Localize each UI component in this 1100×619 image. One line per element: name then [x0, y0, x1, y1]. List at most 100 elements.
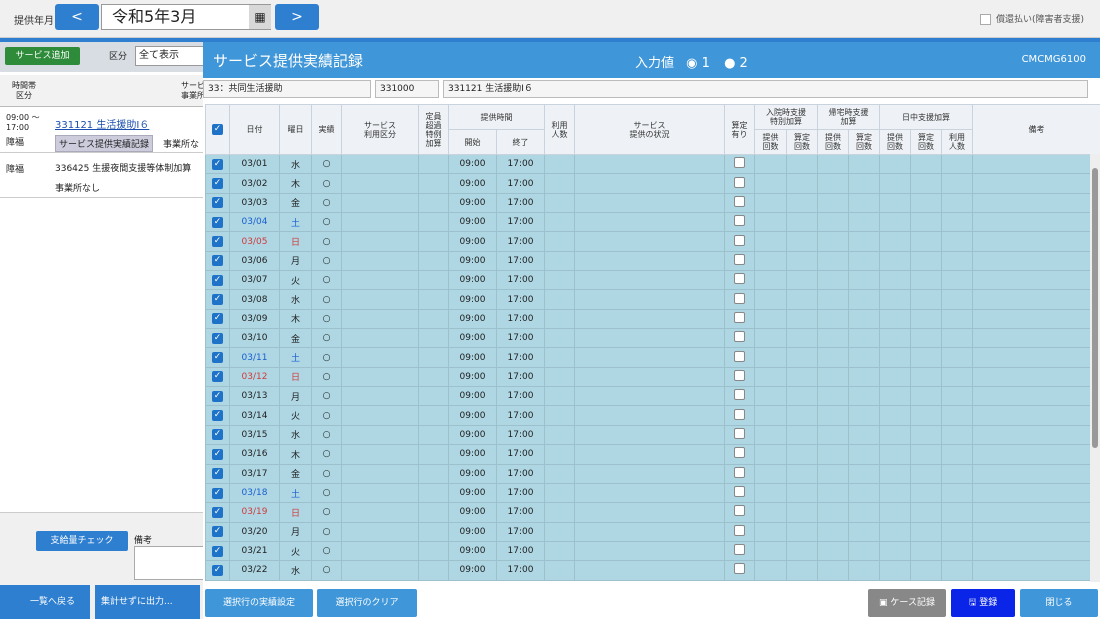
riyo-cell[interactable] [544, 173, 575, 194]
row-check-cell[interactable]: ✓ [205, 482, 230, 504]
checkbox-icon[interactable] [734, 273, 745, 285]
nicchu-santei-cell[interactable] [910, 482, 942, 504]
kitaku-teikyo-cell[interactable] [817, 405, 849, 426]
service-kubun-cell[interactable] [341, 153, 419, 175]
teiin-cell[interactable] [418, 328, 449, 349]
table-row[interactable]: ✓ 03/14 火 ○ 09:00 17:00 [205, 405, 1100, 426]
table-row[interactable]: ✓ 03/12 日 ○ 09:00 17:00 [205, 366, 1100, 388]
table-row[interactable]: ✓ 03/07 火 ○ 09:00 17:00 [205, 270, 1100, 291]
end-cell[interactable]: 17:00 [496, 192, 545, 214]
start-cell[interactable]: 09:00 [448, 444, 497, 465]
jokyo-cell[interactable] [574, 192, 725, 214]
bikou-cell[interactable] [972, 502, 1100, 523]
kitaku-teikyo-cell[interactable] [817, 212, 849, 233]
kitaku-teikyo-cell[interactable] [817, 521, 849, 542]
nyuin-santei-cell[interactable] [786, 424, 818, 446]
check-icon[interactable]: ✓ [212, 236, 223, 248]
jisseki-cell[interactable]: ○ [311, 521, 342, 542]
clear-selected-button[interactable]: 選択行のクリア [317, 589, 417, 617]
kitaku-santei-cell[interactable] [848, 212, 880, 233]
santei-cell[interactable] [724, 386, 755, 407]
nicchu-santei-cell[interactable] [910, 366, 942, 388]
table-row[interactable]: ✓ 03/19 日 ○ 09:00 17:00 [205, 502, 1100, 523]
end-cell[interactable]: 17:00 [496, 153, 545, 175]
jisseki-cell[interactable]: ○ [311, 405, 342, 426]
check-icon[interactable]: ✓ [212, 197, 223, 209]
kitaku-santei-cell[interactable] [848, 153, 880, 175]
riyo-cell[interactable] [544, 482, 575, 504]
check-icon[interactable]: ✓ [212, 371, 223, 383]
table-scrollbar[interactable] [1090, 154, 1100, 582]
santei-cell[interactable] [724, 231, 755, 252]
nyuin-teikyo-cell[interactable] [754, 289, 787, 310]
jisseki-cell[interactable]: ○ [311, 308, 342, 330]
service-kubun-cell[interactable] [341, 540, 419, 562]
kitaku-santei-cell[interactable] [848, 521, 880, 542]
jisseki-cell[interactable]: ○ [311, 540, 342, 562]
nyuin-santei-cell[interactable] [786, 444, 818, 465]
checkbox-icon[interactable] [734, 215, 745, 227]
nicchu-teikyo-cell[interactable] [879, 173, 911, 194]
nyuin-santei-cell[interactable] [786, 250, 818, 272]
checkbox-icon[interactable] [734, 195, 745, 207]
table-row[interactable]: ✓ 03/13 月 ○ 09:00 17:00 [205, 386, 1100, 407]
nyuin-teikyo-cell[interactable] [754, 347, 787, 368]
jokyo-cell[interactable] [574, 444, 725, 465]
table-row[interactable]: ✓ 03/20 月 ○ 09:00 17:00 [205, 521, 1100, 542]
teiin-cell[interactable] [418, 270, 449, 291]
riyo-cell[interactable] [544, 289, 575, 310]
service-kubun-cell[interactable] [341, 250, 419, 272]
santei-cell[interactable] [724, 212, 755, 233]
jokyo-cell[interactable] [574, 289, 725, 310]
service-kubun-cell[interactable] [341, 366, 419, 388]
nyuin-teikyo-cell[interactable] [754, 231, 787, 252]
checkbox-icon[interactable] [979, 14, 991, 25]
nyuin-teikyo-cell[interactable] [754, 405, 787, 426]
nicchu-riyo-cell[interactable] [940, 482, 974, 504]
nyuin-santei-cell[interactable] [786, 328, 818, 349]
table-row[interactable]: ✓ 03/09 木 ○ 09:00 17:00 [205, 308, 1100, 330]
riyo-cell[interactable] [544, 405, 575, 426]
santei-cell[interactable] [724, 540, 755, 562]
nicchu-santei-cell[interactable] [910, 173, 942, 194]
nicchu-teikyo-cell[interactable] [879, 289, 911, 310]
jisseki-cell[interactable]: ○ [311, 444, 342, 465]
set-selected-button[interactable]: 選択行の実績設定 [205, 589, 313, 617]
nicchu-riyo-cell[interactable] [940, 347, 974, 368]
nicchu-riyo-cell[interactable] [940, 270, 974, 291]
nicchu-teikyo-cell[interactable] [879, 231, 911, 252]
teiin-cell[interactable] [418, 366, 449, 388]
riyo-cell[interactable] [544, 463, 575, 484]
check-icon[interactable]: ✓ [212, 332, 223, 344]
table-row[interactable]: ✓ 03/01 水 ○ 09:00 17:00 [205, 153, 1100, 175]
kitaku-teikyo-cell[interactable] [817, 328, 849, 349]
kitaku-teikyo-cell[interactable] [817, 289, 849, 310]
nicchu-santei-cell[interactable] [910, 270, 942, 291]
reimbursement-checkbox[interactable]: 償還払い(障害者支援) [979, 12, 1084, 25]
nicchu-santei-cell[interactable] [910, 212, 942, 233]
service-kubun-cell[interactable] [341, 270, 419, 291]
nicchu-santei-cell[interactable] [910, 328, 942, 349]
service-kubun-cell[interactable] [341, 424, 419, 446]
jokyo-cell[interactable] [574, 540, 725, 562]
nyuin-teikyo-cell[interactable] [754, 212, 787, 233]
nicchu-riyo-cell[interactable] [940, 424, 974, 446]
nyuin-santei-cell[interactable] [786, 173, 818, 194]
jokyo-cell[interactable] [574, 502, 725, 523]
table-row[interactable]: ✓ 03/08 水 ○ 09:00 17:00 [205, 289, 1100, 310]
riyo-cell[interactable] [544, 328, 575, 349]
kitaku-santei-cell[interactable] [848, 444, 880, 465]
scrollbar-thumb[interactable] [1092, 168, 1098, 448]
check-icon[interactable]: ✓ [212, 313, 223, 325]
bikou-cell[interactable] [972, 560, 1100, 581]
teiin-cell[interactable] [418, 308, 449, 330]
kitaku-teikyo-cell[interactable] [817, 444, 849, 465]
nicchu-santei-cell[interactable] [910, 231, 942, 252]
nicchu-santei-cell[interactable] [910, 308, 942, 330]
check-icon[interactable]: ✓ [212, 448, 223, 460]
kitaku-teikyo-cell[interactable] [817, 482, 849, 504]
nicchu-santei-cell[interactable] [910, 560, 942, 581]
santei-cell[interactable] [724, 308, 755, 330]
bikou-cell[interactable] [972, 270, 1100, 291]
service-kubun-cell[interactable] [341, 521, 419, 542]
